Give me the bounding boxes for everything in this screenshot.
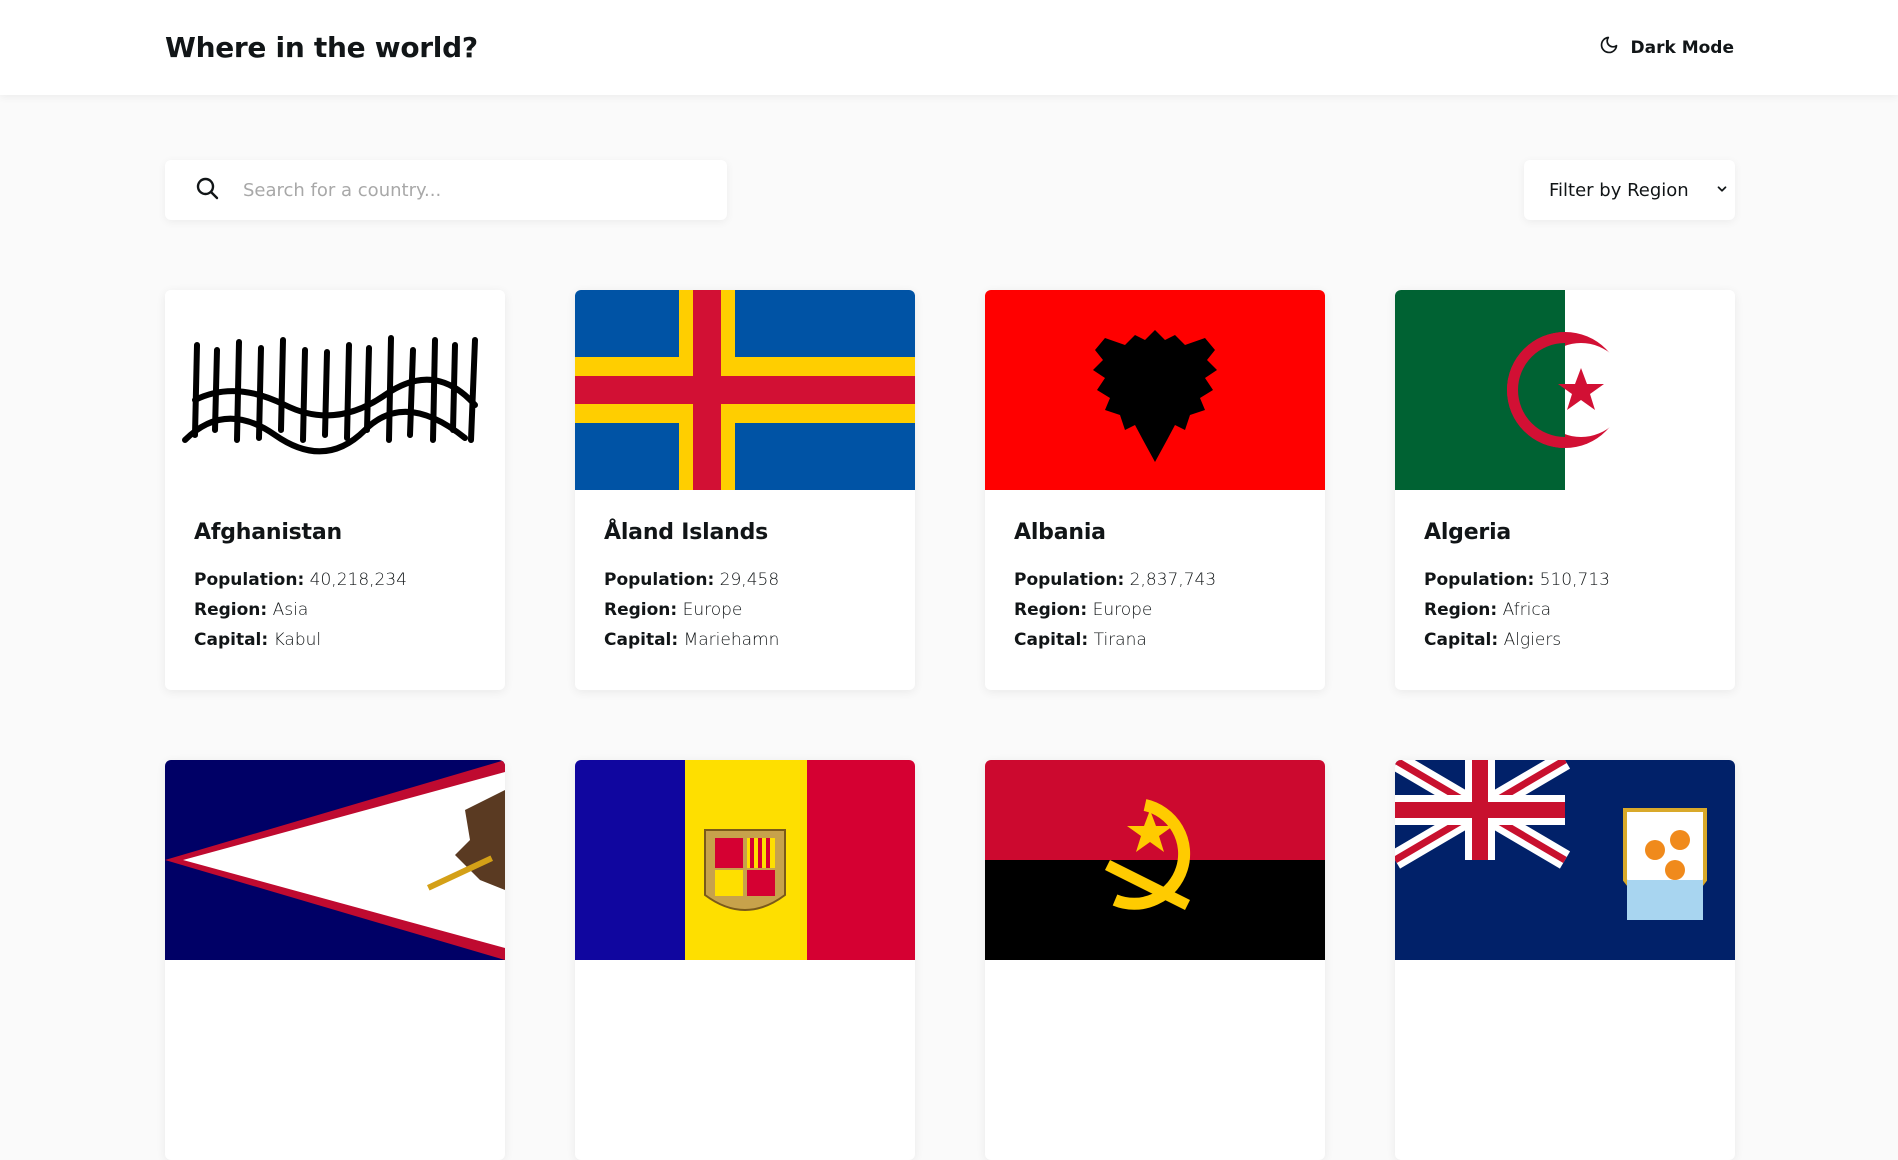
region-filter-label: Filter by Region xyxy=(1549,179,1689,201)
dark-mode-toggle[interactable]: Dark Mode xyxy=(1599,35,1735,60)
region-value: Europe xyxy=(1092,600,1153,620)
population-row: Population: 29,458 xyxy=(604,565,886,595)
flag-image xyxy=(985,760,1325,960)
chevron-down-icon xyxy=(1715,180,1729,201)
region-row: Region: Europe xyxy=(1014,595,1296,625)
region-key: Region: xyxy=(194,600,268,620)
region-value: Africa xyxy=(1502,600,1552,620)
app-header: Where in the world? Dark Mode xyxy=(0,0,1898,95)
moon-icon xyxy=(1599,35,1619,60)
country-name: Albania xyxy=(1014,520,1106,545)
population-key: Population: xyxy=(604,570,715,590)
capital-value: Tirana xyxy=(1093,630,1147,650)
capital-value: Algiers xyxy=(1503,630,1562,650)
region-row: Region: Europe xyxy=(604,595,886,625)
region-row: Region: Asia xyxy=(194,595,476,625)
capital-row: Capital: Mariehamn xyxy=(604,625,886,655)
population-row: Population: 510,713 xyxy=(1424,565,1706,595)
capital-value: Mariehamn xyxy=(683,630,780,650)
flag-image xyxy=(575,290,915,490)
flag-image xyxy=(1395,760,1735,960)
capital-row: Capital: Tirana xyxy=(1014,625,1296,655)
search-input[interactable] xyxy=(243,170,713,210)
region-value: Asia xyxy=(272,600,309,620)
region-filter-select[interactable]: Filter by Region xyxy=(1524,160,1735,220)
population-key: Population: xyxy=(194,570,305,590)
region-value: Europe xyxy=(682,600,743,620)
population-value: 40,218,234 xyxy=(309,570,407,590)
region-key: Region: xyxy=(604,600,678,620)
capital-key: Capital: xyxy=(194,630,269,650)
region-key: Region: xyxy=(1424,600,1498,620)
country-grid: Afghanistan Population: 40,218,234 Regio… xyxy=(165,290,1735,1160)
flag-image xyxy=(575,760,915,960)
flag-image xyxy=(985,290,1325,490)
population-value: 510,713 xyxy=(1539,570,1610,590)
flag-image xyxy=(165,290,505,490)
search-box xyxy=(165,160,727,220)
population-row: Population: 40,218,234 xyxy=(194,565,476,595)
country-card[interactable]: Åland Islands Population: 29,458 Region:… xyxy=(575,290,915,690)
capital-key: Capital: xyxy=(604,630,679,650)
country-card[interactable] xyxy=(575,760,915,1160)
population-key: Population: xyxy=(1424,570,1535,590)
capital-key: Capital: xyxy=(1424,630,1499,650)
population-row: Population: 2,837,743 xyxy=(1014,565,1296,595)
flag-image xyxy=(1395,290,1735,490)
population-key: Population: xyxy=(1014,570,1125,590)
capital-value: Kabul xyxy=(273,630,322,650)
country-card[interactable]: Afghanistan Population: 40,218,234 Regio… xyxy=(165,290,505,690)
capital-key: Capital: xyxy=(1014,630,1089,650)
capital-row: Capital: Algiers xyxy=(1424,625,1706,655)
region-key: Region: xyxy=(1014,600,1088,620)
country-card[interactable] xyxy=(1395,760,1735,1160)
country-name: Afghanistan xyxy=(194,520,342,545)
dark-mode-label: Dark Mode xyxy=(1630,37,1735,58)
country-card[interactable]: Algeria Population: 510,713 Region: Afri… xyxy=(1395,290,1735,690)
country-card[interactable]: Albania Population: 2,837,743 Region: Eu… xyxy=(985,290,1325,690)
population-value: 2,837,743 xyxy=(1129,570,1217,590)
region-row: Region: Africa xyxy=(1424,595,1706,625)
country-name: Algeria xyxy=(1424,520,1512,545)
country-card[interactable] xyxy=(165,760,505,1160)
population-value: 29,458 xyxy=(719,570,780,590)
capital-row: Capital: Kabul xyxy=(194,625,476,655)
flag-image xyxy=(165,760,505,960)
search-icon xyxy=(195,176,219,204)
app-title: Where in the world? xyxy=(165,31,478,64)
country-name: Åland Islands xyxy=(604,520,769,545)
country-card[interactable] xyxy=(985,760,1325,1160)
